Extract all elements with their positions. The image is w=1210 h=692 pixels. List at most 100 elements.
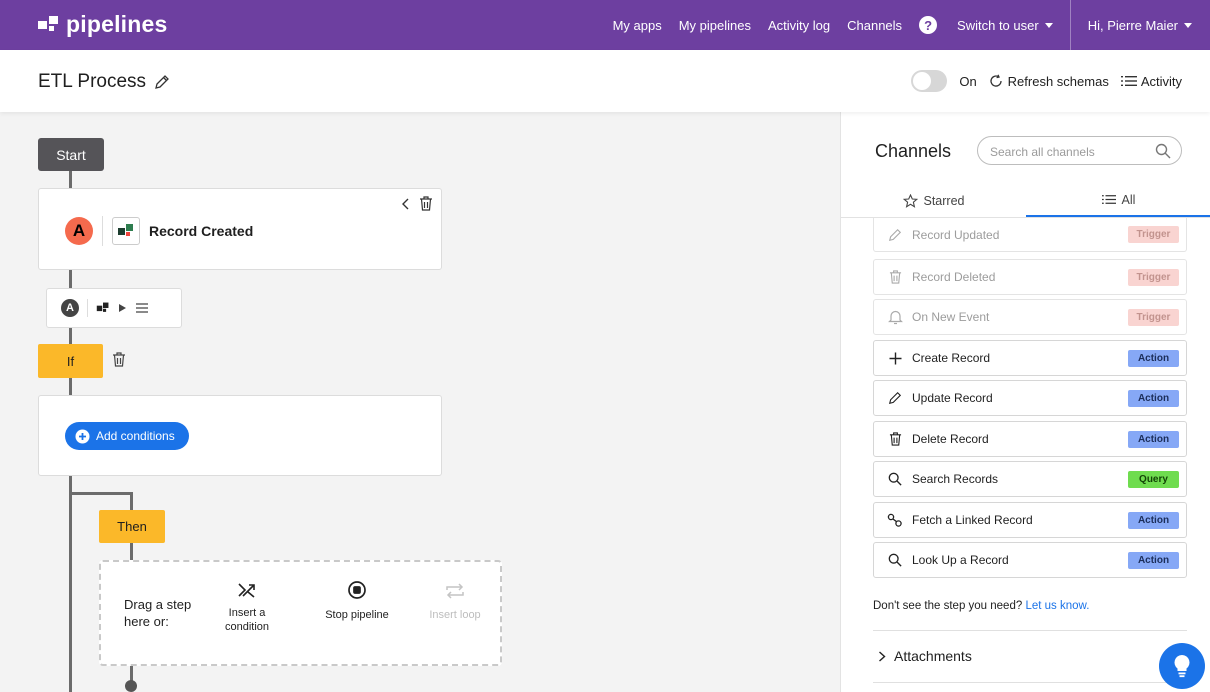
channel-item-search-records[interactable]: Search Records Query	[873, 461, 1187, 497]
app-mini-icon	[96, 302, 109, 312]
divider	[87, 299, 88, 317]
attachments-section-toggle[interactable]: Attachments	[878, 648, 972, 664]
lightbulb-icon	[1174, 655, 1190, 678]
play-icon[interactable]	[118, 303, 127, 313]
refresh-schemas-button[interactable]: Refresh schemas	[989, 74, 1109, 89]
nav-my-pipelines[interactable]: My pipelines	[679, 18, 751, 33]
top-nav-bar: pipelines My apps My pipelines Activity …	[0, 0, 1210, 50]
chevron-left-icon[interactable]	[401, 198, 411, 210]
tab-all-label: All	[1121, 192, 1136, 207]
menu-icon[interactable]	[135, 302, 149, 314]
list-icon	[1120, 76, 1137, 86]
channel-item-create-record[interactable]: Create Record Action	[873, 340, 1187, 376]
channels-panel: Channels Search all channels Starred All…	[840, 112, 1210, 692]
brand-logo[interactable]: pipelines	[38, 11, 168, 38]
plus-icon	[889, 352, 901, 364]
divider	[873, 630, 1187, 631]
divider	[873, 682, 1187, 683]
activity-button[interactable]: Activity	[1120, 74, 1182, 89]
star-icon	[902, 193, 918, 208]
chevron-right-icon	[879, 650, 886, 662]
pipeline-canvas[interactable]: Start A Record Created A If Add conditio…	[0, 112, 840, 692]
insert-condition-option[interactable]: Insert a condition	[207, 582, 287, 634]
channel-item-label: Record Deleted	[912, 270, 996, 284]
switch-user-label: Switch to user	[957, 17, 1039, 33]
add-conditions-label: Add conditions	[96, 429, 175, 443]
trigger-step-row: A Record Created	[65, 216, 253, 246]
channel-item-update-record[interactable]: Update Record Action	[873, 380, 1187, 416]
trigger-step-title: Record Created	[149, 223, 254, 239]
drag-step-text: Drag a step here or:	[124, 597, 192, 629]
edit-pencil-icon[interactable]	[154, 74, 170, 90]
pipeline-title-area: ETL Process	[38, 71, 170, 93]
stop-pipeline-label: Stop pipeline	[325, 609, 389, 621]
channel-item-delete-record[interactable]: Delete Record Action	[873, 421, 1187, 457]
conditions-card: Add conditions	[38, 395, 442, 476]
user-greeting: Hi, Pierre Maier	[1087, 17, 1178, 33]
switch-user-menu[interactable]: Switch to user	[957, 18, 1053, 33]
trigger-step-card[interactable]: A Record Created	[38, 188, 442, 270]
start-node[interactable]: Start	[38, 138, 104, 171]
action-badge: Action	[1128, 551, 1179, 569]
channel-item-label: Search Records	[912, 472, 999, 486]
app-icon	[112, 217, 140, 245]
nav-my-apps[interactable]: My apps	[613, 18, 662, 33]
query-badge: Query	[1128, 470, 1179, 488]
tab-starred[interactable]: Starred	[841, 184, 1026, 217]
attachments-label: Attachments	[894, 648, 972, 664]
action-badge: Action	[1128, 349, 1179, 367]
loop-icon	[446, 583, 464, 599]
data-mapping-toolbar[interactable]: A	[46, 288, 182, 328]
branch-line	[69, 492, 133, 495]
nav-activity-log[interactable]: Activity log	[768, 18, 830, 33]
tab-starred-label: Starred	[923, 193, 965, 208]
connector-line	[69, 474, 72, 692]
stop-pipeline-option[interactable]: Stop pipeline	[317, 580, 397, 622]
connector-line	[69, 377, 72, 397]
search-placeholder: Search all channels	[990, 145, 1095, 159]
trash-icon	[889, 432, 901, 446]
header-actions: On Refresh schemas Activity	[911, 70, 1182, 92]
insert-loop-option[interactable]: Insert loop	[425, 582, 485, 622]
add-conditions-button[interactable]: Add conditions	[65, 422, 189, 450]
user-menu[interactable]: Hi, Pierre Maier	[1088, 18, 1192, 33]
channel-search-input[interactable]: Search all channels	[977, 136, 1182, 165]
help-bulb-button[interactable]	[1159, 643, 1205, 689]
shuffle-icon	[238, 583, 255, 598]
channel-item-fetch-linked-record[interactable]: Fetch a Linked Record Action	[873, 502, 1187, 538]
stop-circle-icon	[348, 581, 366, 599]
help-icon[interactable]: ?	[919, 16, 938, 34]
pipeline-on-toggle[interactable]	[911, 70, 948, 92]
pencil-icon	[888, 228, 902, 241]
action-badge: Action	[1128, 430, 1179, 448]
channel-item-label: Fetch a Linked Record	[912, 513, 1033, 527]
pipelines-logo-icon	[38, 15, 58, 31]
nav-channels[interactable]: Channels	[847, 18, 902, 33]
toggle-label: On	[959, 73, 977, 89]
channel-item-record-updated[interactable]: Record Updated Trigger	[873, 218, 1187, 252]
top-nav: My apps My pipelines Activity log Channe…	[613, 0, 1210, 50]
action-badge: Action	[1128, 511, 1179, 529]
tab-all[interactable]: All	[1026, 184, 1210, 217]
mapping-row: A	[61, 299, 149, 317]
if-node[interactable]: If	[38, 344, 103, 378]
divider	[102, 216, 103, 246]
then-node[interactable]: Then	[99, 510, 165, 543]
card-actions	[401, 196, 433, 211]
connector-end-dot	[125, 680, 137, 692]
trash-icon[interactable]	[419, 196, 433, 211]
link-icon	[887, 513, 902, 527]
let-us-know-link[interactable]: Let us know.	[1025, 600, 1089, 612]
channel-item-look-up-record[interactable]: Look Up a Record Action	[873, 542, 1187, 578]
step-drop-zone[interactable]: Drag a step here or: Insert a condition …	[99, 560, 502, 666]
connector-line	[69, 170, 72, 190]
refresh-schemas-label: Refresh schemas	[1007, 73, 1109, 89]
search-icon	[888, 472, 902, 486]
trash-icon[interactable]	[112, 352, 126, 367]
channel-item-on-new-event[interactable]: On New Event Trigger	[873, 299, 1187, 335]
search-icon	[1155, 143, 1171, 159]
missing-step-text: Don't see the step you need?	[873, 600, 1023, 612]
channel-item-label: On New Event	[912, 310, 990, 324]
channel-item-record-deleted[interactable]: Record Deleted Trigger	[873, 259, 1187, 295]
trigger-badge: Trigger	[1128, 268, 1179, 286]
